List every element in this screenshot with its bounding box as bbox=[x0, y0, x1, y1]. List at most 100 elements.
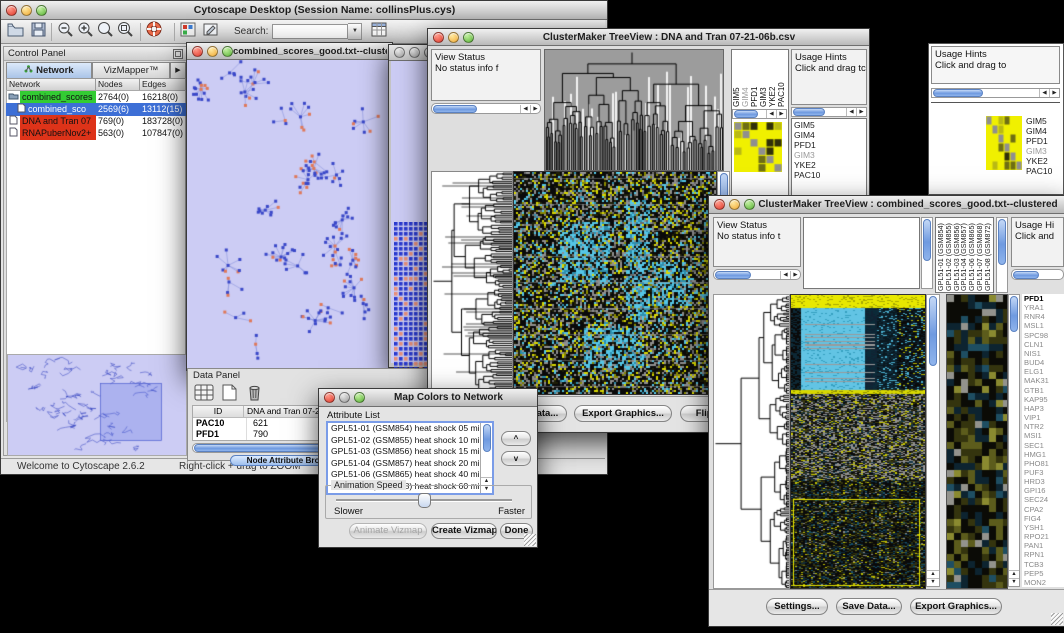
attribute-item[interactable]: GPL51-02 (GSM855) heat shock 10 min bbox=[331, 435, 492, 447]
column-dendrogram-canvas[interactable] bbox=[544, 49, 724, 171]
move-down-button[interactable]: v bbox=[501, 451, 531, 466]
animation-speed-label: Animation Speed bbox=[331, 480, 406, 490]
zoom-button[interactable] bbox=[354, 392, 365, 403]
minimize-button[interactable] bbox=[339, 392, 350, 403]
gene-label: RPO21 bbox=[1024, 532, 1064, 541]
zoom-button[interactable] bbox=[744, 199, 755, 210]
main-titlebar[interactable]: Cytoscape Desktop (Session Name: collins… bbox=[1, 1, 607, 20]
zoom-selected-icon[interactable] bbox=[116, 20, 136, 43]
close-button[interactable] bbox=[714, 199, 725, 210]
heatmap-canvas[interactable] bbox=[790, 294, 926, 589]
attribute-item[interactable]: GPL51-03 (GSM856) heat shock 15 min bbox=[331, 446, 492, 458]
animate-vizmap-button[interactable]: Animate Vizmap bbox=[349, 523, 427, 539]
create-vizmap-button[interactable]: Create Vizmap bbox=[431, 523, 497, 539]
toolbar-separator bbox=[174, 23, 175, 41]
tab-vizmapper[interactable]: VizMapper™ bbox=[92, 62, 170, 78]
listbox-vscrollbar[interactable]: ▲▼ bbox=[480, 423, 492, 493]
attribute-browser-icon[interactable] bbox=[370, 21, 389, 43]
search-dropdown-arrow[interactable]: ▼ bbox=[348, 23, 362, 40]
row-dendrogram-canvas[interactable] bbox=[713, 294, 790, 589]
zoom-button[interactable] bbox=[36, 5, 47, 16]
minimize-button[interactable] bbox=[207, 46, 218, 57]
zoom-heatmap-canvas[interactable] bbox=[946, 294, 1008, 589]
minimize-button[interactable] bbox=[729, 199, 740, 210]
zoom-matrix-canvas[interactable] bbox=[986, 116, 1022, 170]
network-view-title: combined_scores_good.txt--cluste... bbox=[233, 46, 387, 57]
zoom-vscrollbar[interactable]: ▲▼ bbox=[1008, 294, 1020, 587]
usage-hints-hscrollbar[interactable] bbox=[1011, 269, 1064, 280]
treeview1-titlebar[interactable]: ClusterMaker TreeView : DNA and Tran 07-… bbox=[428, 29, 869, 46]
gene-label: GIM4 bbox=[794, 130, 820, 140]
animation-speed-group: Animation Speed Slower Faster bbox=[325, 485, 532, 519]
close-button[interactable] bbox=[394, 47, 405, 58]
zoom-button[interactable] bbox=[222, 46, 233, 57]
gene-label-list: GIM5GIM4PFD1GIM3YKE2PAC10 bbox=[794, 120, 820, 180]
usage-hints-text: Click and bbox=[1015, 231, 1060, 242]
slider-thumb[interactable] bbox=[418, 493, 431, 508]
dialog-titlebar[interactable]: Map Colors to Network bbox=[319, 389, 537, 407]
table-icon[interactable] bbox=[194, 383, 214, 407]
zoom-out-icon[interactable] bbox=[56, 20, 76, 43]
tab-overflow-arrow[interactable]: ▶ bbox=[170, 62, 186, 78]
search-input[interactable] bbox=[272, 24, 348, 39]
view-status-hscrollbar[interactable]: ◀▶ bbox=[431, 103, 541, 114]
export-graphics-button[interactable]: Export Graphics... bbox=[574, 405, 672, 422]
usage-hints-hscrollbar[interactable]: ◀▶ bbox=[791, 107, 867, 117]
labels-vscrollbar[interactable] bbox=[996, 217, 1008, 293]
column-dendrogram-area[interactable] bbox=[803, 217, 920, 289]
close-button[interactable] bbox=[433, 32, 444, 43]
resize-grip[interactable] bbox=[524, 534, 536, 546]
close-button[interactable] bbox=[192, 46, 203, 57]
network-graph-canvas[interactable] bbox=[187, 60, 390, 369]
annotation-icon[interactable] bbox=[202, 21, 220, 43]
trash-icon[interactable] bbox=[246, 382, 263, 407]
network-view-titlebar[interactable]: combined_scores_good.txt--cluste... bbox=[187, 43, 392, 60]
export-graphics-button[interactable]: Export Graphics... bbox=[910, 598, 1002, 615]
close-button[interactable] bbox=[324, 392, 335, 403]
tab-network[interactable]: Network bbox=[6, 62, 92, 78]
heatmap-vscrollbar[interactable]: ▲▼ bbox=[926, 294, 940, 587]
attribute-item[interactable]: GPL51-01 (GSM854) heat shock 05 min bbox=[331, 423, 492, 435]
gene-label: NTR2 bbox=[1024, 422, 1064, 431]
settings-button[interactable]: Settings... bbox=[766, 598, 828, 615]
view-status-title: View Status bbox=[717, 220, 797, 231]
zoom-button[interactable] bbox=[463, 32, 474, 43]
gene-label-list: PFD1YRA1RNR4MSL1SPC98CLN1NIS1BUD4ELG1MAK… bbox=[1022, 294, 1064, 587]
id-column-header[interactable]: ID bbox=[193, 406, 244, 417]
labels-hscrollbar[interactable]: ◀▶ bbox=[732, 109, 787, 119]
attribute-item[interactable]: GPL51-04 (GSM857) heat shock 20 min bbox=[331, 458, 492, 470]
background-treeview-window[interactable]: Usage Hints Click and drag to ◀▶ GIM5GIM… bbox=[928, 43, 1064, 195]
window-controls[interactable] bbox=[6, 5, 47, 16]
treeview2-titlebar[interactable]: ClusterMaker TreeView : combined_scores_… bbox=[709, 196, 1064, 214]
minimize-button[interactable] bbox=[409, 47, 420, 58]
close-button[interactable] bbox=[6, 5, 17, 16]
network-row-rnapuber[interactable]: RNAPuberNov2+ 563(0) 107847(0) bbox=[6, 127, 186, 140]
gene-label: YKE2 bbox=[1026, 156, 1052, 166]
vizmapper-icon[interactable] bbox=[179, 21, 197, 43]
row-dendrogram-canvas[interactable] bbox=[431, 171, 513, 395]
column-area-vscrollbar[interactable] bbox=[921, 217, 933, 289]
heatmap-canvas[interactable] bbox=[513, 171, 717, 395]
open-file-icon[interactable] bbox=[6, 21, 25, 43]
float-panel-icon[interactable] bbox=[173, 49, 183, 63]
network-row-combined-scores[interactable]: combined_scores 2764(0) 16218(0) bbox=[6, 91, 186, 103]
save-data-button[interactable]: Save Data... bbox=[836, 598, 902, 615]
save-icon[interactable] bbox=[30, 21, 47, 43]
resize-grip[interactable] bbox=[1051, 613, 1063, 625]
gene-label: YRA1 bbox=[1024, 303, 1064, 312]
network-overview-thumbnail[interactable] bbox=[7, 354, 187, 456]
minimize-button[interactable] bbox=[21, 5, 32, 16]
gene-label: ELG1 bbox=[1024, 367, 1064, 376]
zoom-fit-icon[interactable] bbox=[96, 20, 116, 43]
view-status-hscrollbar[interactable]: ◀▶ bbox=[713, 269, 801, 280]
hscrollbar[interactable]: ◀▶ bbox=[931, 88, 1060, 98]
help-icon[interactable] bbox=[145, 20, 164, 43]
view-status-text: No status info t bbox=[717, 231, 797, 242]
network-view-window: combined_scores_good.txt--cluste... bbox=[186, 42, 393, 371]
folder-icon bbox=[6, 91, 20, 103]
move-up-button[interactable]: ^ bbox=[501, 431, 531, 446]
new-document-icon[interactable] bbox=[220, 383, 238, 407]
minimize-button[interactable] bbox=[448, 32, 459, 43]
zoom-in-icon[interactable] bbox=[76, 20, 96, 43]
zoom-matrix-canvas[interactable] bbox=[734, 122, 782, 172]
